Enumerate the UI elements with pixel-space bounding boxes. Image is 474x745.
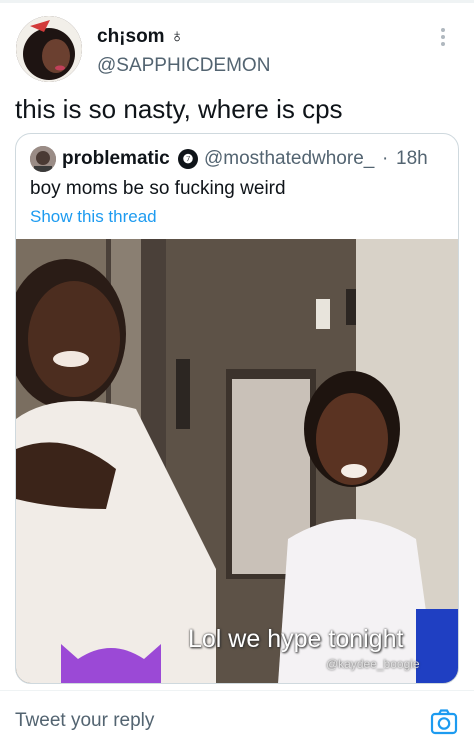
separator-dot: · [382, 148, 389, 169]
quoted-author-handle[interactable]: @mosthatedwhore_ [204, 148, 374, 170]
quoted-author-name[interactable]: problematic [62, 148, 170, 170]
verified-badge-icon: ❼ [178, 149, 198, 169]
tweet-text: this is so nasty, where is cps [15, 94, 343, 124]
show-thread-link[interactable]: Show this thread [30, 207, 157, 227]
author-avatar[interactable] [16, 16, 82, 82]
video-frame [16, 239, 458, 683]
reply-divider [0, 690, 474, 691]
author-name[interactable]: ch¡som ♁ [97, 26, 184, 48]
video-player[interactable]: Lol we hype tonight @kaydee_boogie [16, 239, 458, 683]
top-divider [0, 0, 474, 3]
reply-input[interactable]: Tweet your reply [15, 710, 154, 732]
quoted-tweet-card[interactable]: problematic ❼ @mosthatedwhore_ · 18h boy… [15, 133, 459, 684]
quoted-tweet-time[interactable]: 18h [396, 148, 428, 170]
video-caption: Lol we hype tonight [188, 625, 404, 653]
more-vertical-icon[interactable] [432, 24, 454, 50]
quoted-tweet-text: boy moms be so fucking weird [30, 178, 286, 199]
author-handle[interactable]: @SAPPHICDEMON [97, 55, 270, 77]
video-watermark: @kaydee_boogie [326, 657, 420, 671]
quoted-author-avatar[interactable] [30, 146, 56, 172]
camera-icon[interactable] [430, 708, 458, 736]
